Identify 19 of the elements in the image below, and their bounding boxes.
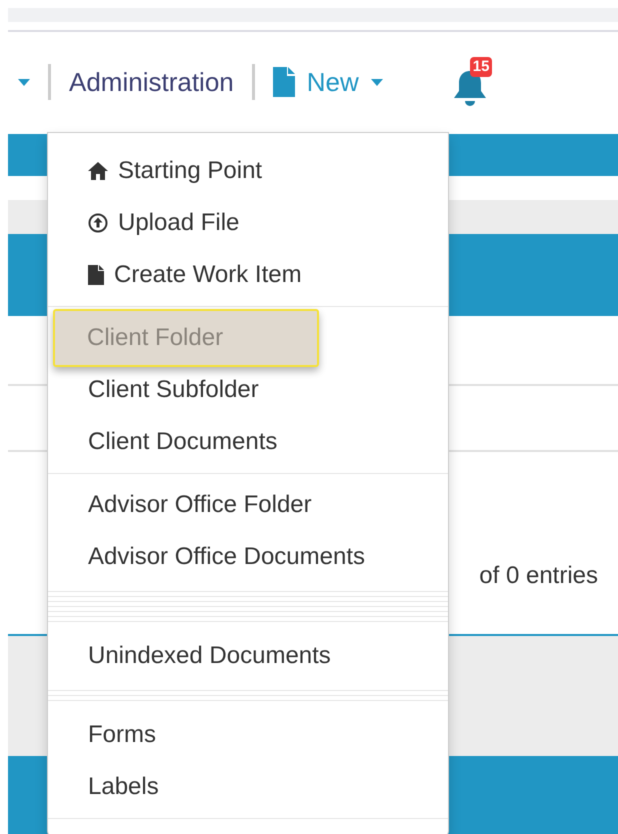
menu-item[interactable]: Client Documents: [54, 418, 442, 466]
menu-item[interactable]: Forms: [54, 711, 442, 759]
menu-item[interactable]: Client Subfolder: [54, 366, 442, 414]
home-icon: [88, 162, 108, 180]
menu-item[interactable]: Starting Point: [54, 147, 442, 195]
caret-icon: [370, 78, 383, 86]
caret-icon: [18, 78, 30, 86]
entries-count: of 0 entries: [479, 561, 598, 591]
menu-item[interactable]: Advisor Office Folder: [54, 481, 442, 529]
menu-item[interactable]: Labels: [54, 763, 442, 811]
menu-item[interactable]: Upload File: [54, 199, 442, 247]
file-icon: [88, 265, 104, 285]
notification-badge: 15: [470, 57, 492, 77]
administration-link[interactable]: Administration: [69, 62, 234, 102]
file-icon: [272, 67, 295, 97]
menu-item[interactable]: Advisor Office Documents: [54, 533, 442, 581]
menu-item[interactable]: Create Work Item: [54, 251, 442, 299]
upload-icon: [88, 213, 108, 233]
menu-item[interactable]: Unindexed Documents: [54, 632, 442, 680]
